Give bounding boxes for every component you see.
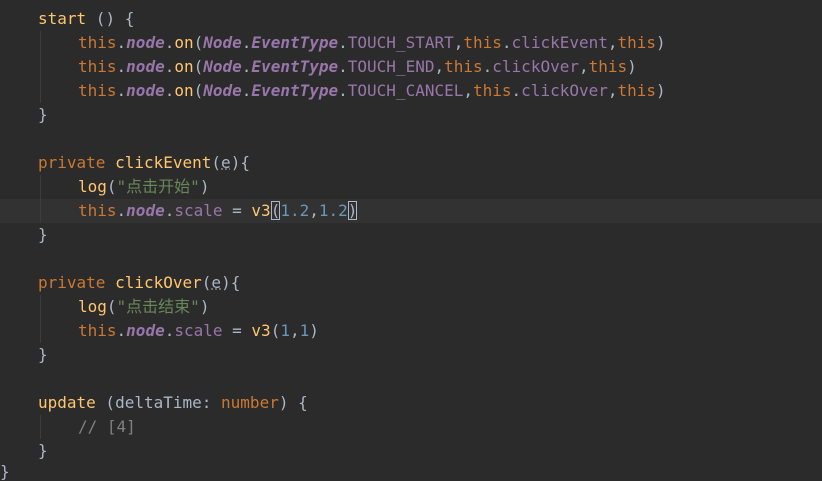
property-node: node [126,201,165,220]
keyword-private: private [38,273,106,292]
closing-brace: } [38,345,48,364]
indent-guide [40,295,41,319]
type-eventtype: EventType [251,81,339,100]
property-node: node [126,81,165,100]
indent-guide [40,415,41,439]
property-node: node [126,33,165,52]
keyword-this: this [78,33,117,52]
type-node: Node [203,57,242,76]
keyword-this: this [588,57,628,76]
indent-guide [40,319,41,343]
method-on: on [174,57,194,76]
closing-brace: } [38,105,48,124]
keyword-this: this [78,81,117,100]
code-line: // [4] [0,415,822,439]
function-v3: v3 [251,321,271,340]
matched-bracket-close: ) [347,201,358,220]
closing-brace: } [38,225,48,244]
method-name: start [38,9,87,28]
property-node: node [126,57,165,76]
keyword-private: private [38,153,106,172]
function-v3: v3 [251,201,271,220]
code-line: this.node.on(Node.EventType.TOUCH_CANCEL… [0,79,822,103]
handler-name: clickOver [521,81,608,100]
code-line-update: update (deltaTime: number) { [38,393,308,412]
keyword-this: this [444,57,483,76]
function-log: log [78,177,107,196]
type-eventtype: EventType [251,57,339,76]
closing-brace: } [38,441,48,460]
code-line: } [0,103,822,127]
keyword-this: this [617,81,657,100]
code-line-current[interactable]: this.node.scale = v3(1.2,1.2) [0,199,822,223]
code-line: this.node.on(Node.EventType.TOUCH_START,… [0,31,822,55]
method-signature: () { [86,9,135,28]
parameter-e: e [211,273,222,292]
number-literal: 1 [299,321,310,340]
keyword-this: this [78,201,117,220]
code-comment: // [4] [78,417,136,436]
code-line: } [0,439,822,463]
keyword-this: this [78,321,117,340]
type-eventtype: EventType [251,33,339,52]
constant-touch-cancel: TOUCH_CANCEL [347,81,464,100]
type-node: Node [203,33,242,52]
indent-guide [40,175,41,199]
handler-name: clickEvent [511,33,608,52]
code-line-clickevent: private clickEvent(e){ [38,153,250,172]
keyword-this: this [78,57,117,76]
code-line: log("点击结束") [0,295,822,319]
method-name: clickOver [115,273,202,292]
string-literal: "点击结束" [116,297,200,316]
code-line: } [0,343,822,367]
method-on: on [174,81,194,100]
keyword-this: this [463,33,502,52]
indent-guide [40,55,41,79]
class-closing-brace: } [0,462,10,481]
indent-guide [40,79,41,103]
method-name: clickEvent [115,153,212,172]
type-node: Node [203,81,242,100]
number-literal: 1 [280,321,290,340]
type-number: number [221,393,279,412]
keyword-this: this [473,81,512,100]
indent-guide [40,199,41,223]
code-line: log("点击开始") [0,175,822,199]
method-on: on [174,33,194,52]
code-line: this.node.scale = v3(1,1) [0,319,822,343]
matched-bracket-open: ( [270,201,281,220]
property-scale: scale [174,321,223,340]
code-line-start: start () { [0,7,822,31]
code-line: this.node.on(Node.EventType.TOUCH_END,th… [0,55,822,79]
number-literal: 1.2 [280,201,310,220]
indent-guide [40,31,41,55]
code-line: } [0,223,822,247]
method-name: update [38,393,96,412]
handler-name: clickOver [492,57,579,76]
constant-touch-end: TOUCH_END [347,57,435,76]
string-literal: "点击开始" [116,177,200,196]
constant-touch-start: TOUCH_START [347,33,454,52]
number-literal: 1.2 [318,201,348,220]
keyword-this: this [617,33,657,52]
code-editor[interactable]: start () { this.node.on(Node.EventType.T… [0,0,822,481]
parameter-deltatime: deltaTime [115,393,202,412]
code-line-clickover: private clickOver(e){ [38,273,241,292]
property-node: node [126,321,165,340]
property-scale: scale [174,201,223,220]
function-log: log [78,297,107,316]
parameter-e: e [221,153,231,172]
